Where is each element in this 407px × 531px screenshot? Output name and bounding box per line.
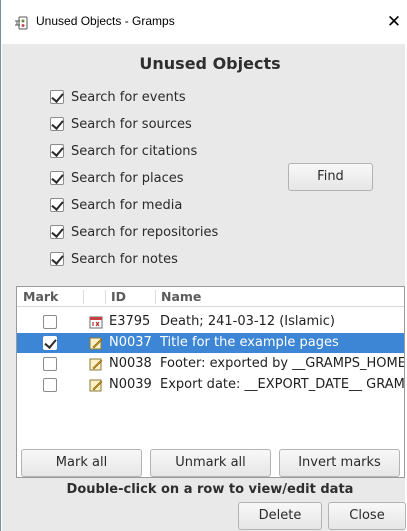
mark-checkbox[interactable] (43, 378, 57, 392)
row-id: N0038 (109, 356, 152, 371)
note-icon (89, 358, 103, 371)
window-close-icon[interactable]: ✕ (383, 12, 405, 32)
option-label: Search for events (71, 89, 186, 105)
column-separator (83, 290, 84, 304)
option-label: Search for citations (71, 143, 198, 159)
row-name: Footer: exported by __GRAMPS_HOMEPAGE (160, 356, 404, 371)
invert-marks-button[interactable]: Invert marks (279, 449, 400, 477)
mark-all-button[interactable]: Mark all (21, 449, 142, 477)
option-search-citations[interactable]: Search for citations (50, 141, 197, 161)
option-search-notes[interactable]: Search for notes (50, 249, 178, 269)
find-button[interactable]: Find (288, 163, 373, 191)
note-icon (89, 337, 103, 350)
column-header-name[interactable]: Name (161, 289, 201, 304)
option-label: Search for repositories (71, 224, 219, 240)
table-row[interactable]: E3795 Death; 241-03-12 (Islamic) (17, 312, 404, 332)
event-icon (89, 316, 103, 329)
table-row[interactable]: N0039 Export date: __EXPORT_DATE__ GRAMP… (17, 375, 404, 395)
checkbox[interactable] (50, 252, 64, 266)
row-name: Death; 241-03-12 (Islamic) (160, 314, 335, 329)
option-search-media[interactable]: Search for media (50, 195, 182, 215)
table-row-selected[interactable]: N0037 Title for the example pages (17, 333, 404, 353)
mark-checkbox[interactable] (43, 357, 57, 371)
row-id: N0039 (109, 377, 152, 392)
option-search-places[interactable]: Search for places (50, 168, 184, 188)
option-search-repositories[interactable]: Search for repositories (50, 222, 218, 242)
mark-checkbox[interactable] (43, 315, 57, 329)
row-id: N0037 (109, 335, 152, 350)
gramps-app-icon (15, 16, 28, 30)
checkbox[interactable] (50, 90, 64, 104)
option-label: Search for notes (71, 251, 178, 267)
list-header: Mark ID Name (17, 287, 404, 307)
row-name: Export date: __EXPORT_DATE__ GRAMPS (160, 377, 405, 392)
mark-checkbox[interactable] (43, 336, 57, 350)
title-bar[interactable]: Unused Objects - Gramps ✕ (1, 0, 407, 44)
option-search-events[interactable]: Search for events (50, 87, 186, 107)
checkbox[interactable] (50, 144, 64, 158)
delete-button[interactable]: Delete (238, 502, 322, 530)
row-name: Title for the example pages (160, 335, 339, 350)
checkbox[interactable] (50, 117, 64, 131)
dialog-window: Unused Objects - Gramps ✕ Unused Objects… (0, 0, 407, 531)
checkbox[interactable] (50, 198, 64, 212)
column-separator (105, 290, 106, 304)
checkbox[interactable] (50, 171, 64, 185)
note-icon (89, 379, 103, 392)
table-row[interactable]: N0038 Footer: exported by __GRAMPS_HOMEP… (17, 354, 404, 374)
window-title: Unused Objects - Gramps (36, 14, 175, 28)
column-header-id[interactable]: ID (111, 289, 126, 304)
column-header-mark[interactable]: Mark (23, 289, 58, 304)
close-button[interactable]: Close (328, 502, 406, 530)
option-label: Search for sources (71, 116, 192, 132)
option-label: Search for media (71, 197, 183, 213)
dialog-heading: Unused Objects (139, 54, 281, 73)
double-click-hint: Double-click on a row to view/edit data (66, 482, 354, 497)
column-separator (155, 290, 156, 304)
row-id: E3795 (109, 314, 151, 329)
dialog-body: Unused Objects Search for events Search … (2, 44, 406, 531)
checkbox[interactable] (50, 225, 64, 239)
unmark-all-button[interactable]: Unmark all (150, 449, 271, 477)
option-search-sources[interactable]: Search for sources (50, 114, 192, 134)
option-label: Search for places (71, 170, 184, 186)
